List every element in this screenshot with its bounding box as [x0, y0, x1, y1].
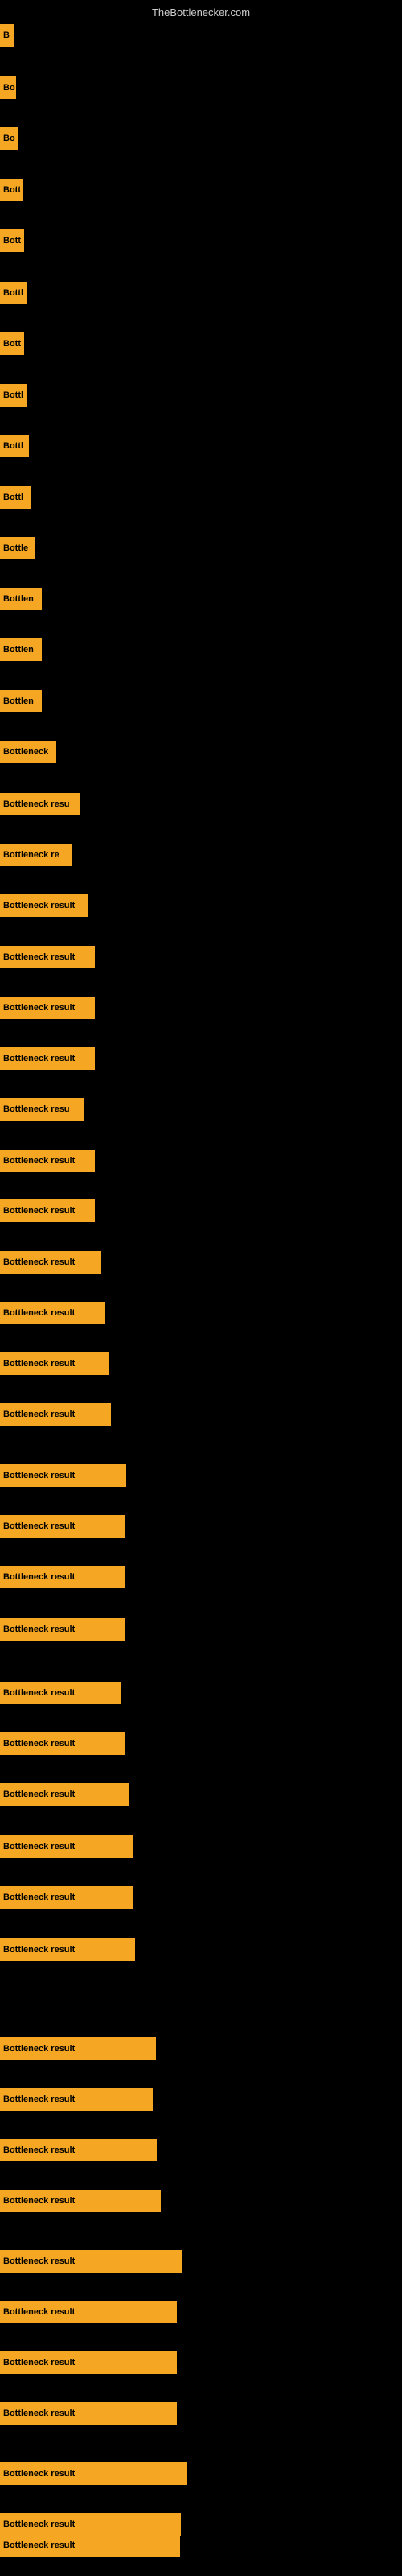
bar-label: Bottleneck result: [3, 1054, 75, 1063]
bar-item: Bottl: [0, 486, 31, 509]
bar-label: Bottleneck result: [3, 2044, 75, 2054]
bar-label: Bottleneck result: [3, 1790, 75, 1799]
bar-label: Bottleneck result: [3, 2196, 75, 2206]
bar-label: Bottleneck result: [3, 1688, 75, 1698]
bar-label: Bottleneck result: [3, 1893, 75, 1902]
bar-label: Bottleneck result: [3, 2145, 75, 2155]
bar-item: Bottl: [0, 384, 27, 407]
bar-item: Bott: [0, 179, 23, 201]
bar-label: Bottleneck result: [3, 1471, 75, 1480]
bar-item: Bottleneck result: [0, 2037, 156, 2060]
bar-item: Bottleneck result: [0, 1566, 125, 1588]
bar-label: Bottleneck result: [3, 1410, 75, 1419]
bar-item: Bottleneck result: [0, 1352, 109, 1375]
bar-label: Bottleneck result: [3, 1572, 75, 1582]
bar-item: Bottleneck result: [0, 1302, 105, 1324]
bar-item: Bottleneck result: [0, 1403, 111, 1426]
bar-label: Bottleneck result: [3, 2541, 75, 2550]
bar-label: Bottleneck result: [3, 1308, 75, 1318]
bar-label: Bottleneck result: [3, 2256, 75, 2266]
bar-item: Bottleneck result: [0, 1938, 135, 1961]
bar-item: Bottlen: [0, 690, 42, 712]
bar-label: Bottleneck result: [3, 2095, 75, 2104]
bar-label: Bottl: [3, 493, 23, 502]
bar-item: Bottleneck result: [0, 1047, 95, 1070]
bar-item: Bottleneck result: [0, 2250, 182, 2273]
bar-item: Bottleneck result: [0, 2402, 177, 2425]
bar-label: Bottl: [3, 390, 23, 400]
bar-item: Bottleneck result: [0, 1515, 125, 1538]
bar-label: Bottleneck resu: [3, 1104, 70, 1114]
bar-label: Bottleneck result: [3, 2520, 75, 2529]
bar-item: Bottleneck result: [0, 2088, 153, 2111]
bar-label: Bott: [3, 339, 21, 349]
bar-label: Bottl: [3, 441, 23, 451]
bar-label: Bottleneck resu: [3, 799, 70, 809]
bar-item: Bott: [0, 229, 24, 252]
bar-item: Bottleneck result: [0, 894, 88, 917]
bar-item: Bottleneck result: [0, 2534, 180, 2557]
bar-item: Bottleneck result: [0, 1732, 125, 1755]
bar-item: Bottleneck result: [0, 2139, 157, 2161]
bar-item: Bottleneck result: [0, 946, 95, 968]
bar-label: Bottleneck result: [3, 1206, 75, 1216]
bar-item: Bottle: [0, 537, 35, 559]
bar-label: Bottleneck result: [3, 2469, 75, 2479]
bar-label: Bottle: [3, 543, 28, 553]
bar-item: Bottleneck: [0, 741, 56, 763]
bar-item: Bottleneck result: [0, 2462, 187, 2485]
bar-label: Bottleneck: [3, 747, 48, 757]
bar-item: B: [0, 24, 14, 47]
bar-label: Bo: [3, 83, 15, 93]
bar-item: Bottleneck resu: [0, 1098, 84, 1121]
bar-item: Bottlen: [0, 588, 42, 610]
bar-item: Bottleneck result: [0, 1251, 100, 1274]
bar-label: Bott: [3, 236, 21, 246]
bar-item: Bottleneck result: [0, 997, 95, 1019]
bar-label: Bottleneck result: [3, 2307, 75, 2317]
bar-item: Bottleneck result: [0, 2351, 177, 2374]
bar-label: Bottlen: [3, 696, 34, 706]
bar-label: Bottleneck result: [3, 952, 75, 962]
bar-item: Bottl: [0, 282, 27, 304]
bar-label: Bottleneck result: [3, 1003, 75, 1013]
bar-label: Bott: [3, 185, 21, 195]
bar-label: Bottleneck result: [3, 1624, 75, 1634]
bar-item: Bottleneck result: [0, 2301, 177, 2323]
bar-item: Bottleneck result: [0, 1464, 126, 1487]
bar-label: Bottleneck result: [3, 2409, 75, 2418]
bar-item: Bottleneck result: [0, 1150, 95, 1172]
bar-label: Bo: [3, 134, 15, 143]
bar-item: Bott: [0, 332, 24, 355]
bar-label: Bottlen: [3, 594, 34, 604]
bar-label: Bottleneck result: [3, 2358, 75, 2368]
bar-label: Bottleneck result: [3, 1257, 75, 1267]
bar-item: Bottleneck resu: [0, 793, 80, 815]
bar-label: Bottleneck re: [3, 850, 59, 860]
bar-label: Bottlen: [3, 645, 34, 654]
bar-item: Bottleneck result: [0, 2190, 161, 2212]
bar-label: Bottleneck result: [3, 1521, 75, 1531]
bar-item: Bottleneck result: [0, 1835, 133, 1858]
bar-item: Bottleneck re: [0, 844, 72, 866]
bar-item: Bottleneck result: [0, 1682, 121, 1704]
bar-label: Bottleneck result: [3, 901, 75, 910]
bar-item: Bottlen: [0, 638, 42, 661]
bar-label: Bottleneck result: [3, 1359, 75, 1368]
bar-item: Bo: [0, 127, 18, 150]
bar-item: Bottleneck result: [0, 1618, 125, 1641]
bar-label: Bottl: [3, 288, 23, 298]
bar-item: Bottl: [0, 435, 29, 457]
bar-item: Bo: [0, 76, 16, 99]
site-title: TheBottlenecker.com: [152, 6, 250, 19]
bar-item: Bottleneck result: [0, 1199, 95, 1222]
bar-label: B: [3, 31, 10, 40]
bar-item: Bottleneck result: [0, 2513, 181, 2536]
bar-item: Bottleneck result: [0, 1886, 133, 1909]
bar-label: Bottleneck result: [3, 1156, 75, 1166]
bar-item: Bottleneck result: [0, 1783, 129, 1806]
bar-label: Bottleneck result: [3, 1842, 75, 1852]
bar-label: Bottleneck result: [3, 1945, 75, 1955]
bar-label: Bottleneck result: [3, 1739, 75, 1748]
